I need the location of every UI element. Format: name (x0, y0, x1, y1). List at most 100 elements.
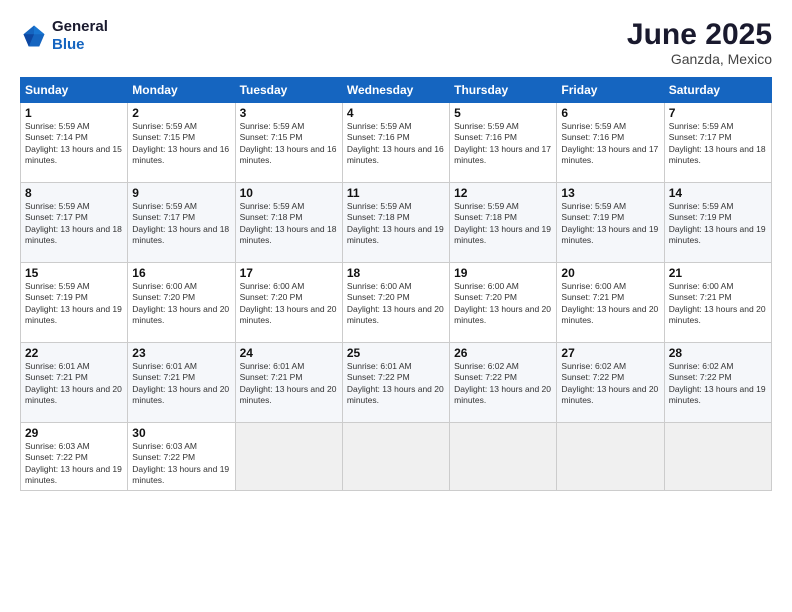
day-number: 4 (347, 106, 445, 120)
table-row: 14 Sunrise: 5:59 AM Sunset: 7:19 PM Dayl… (664, 183, 771, 263)
table-row: 2 Sunrise: 5:59 AM Sunset: 7:15 PM Dayli… (128, 103, 235, 183)
day-number: 29 (25, 426, 123, 440)
day-number: 25 (347, 346, 445, 360)
day-info: Sunrise: 6:00 AM Sunset: 7:20 PM Dayligh… (454, 281, 552, 327)
day-info: Sunrise: 5:59 AM Sunset: 7:16 PM Dayligh… (454, 121, 552, 167)
col-saturday: Saturday (664, 78, 771, 103)
table-row: 17 Sunrise: 6:00 AM Sunset: 7:20 PM Dayl… (235, 263, 342, 343)
day-number: 18 (347, 266, 445, 280)
title-block: June 2025 Ganzda, Mexico (627, 18, 772, 67)
table-row: 16 Sunrise: 6:00 AM Sunset: 7:20 PM Dayl… (128, 263, 235, 343)
day-number: 15 (25, 266, 123, 280)
day-info: Sunrise: 6:00 AM Sunset: 7:21 PM Dayligh… (561, 281, 659, 327)
logo-text: General Blue (52, 18, 108, 54)
day-info: Sunrise: 5:59 AM Sunset: 7:19 PM Dayligh… (669, 201, 767, 247)
table-row: 30 Sunrise: 6:03 AM Sunset: 7:22 PM Dayl… (128, 423, 235, 491)
table-row: 9 Sunrise: 5:59 AM Sunset: 7:17 PM Dayli… (128, 183, 235, 263)
day-info: Sunrise: 6:02 AM Sunset: 7:22 PM Dayligh… (454, 361, 552, 407)
table-row: 11 Sunrise: 5:59 AM Sunset: 7:18 PM Dayl… (342, 183, 449, 263)
day-info: Sunrise: 6:00 AM Sunset: 7:20 PM Dayligh… (240, 281, 338, 327)
table-row: 20 Sunrise: 6:00 AM Sunset: 7:21 PM Dayl… (557, 263, 664, 343)
table-row (664, 423, 771, 491)
page: General Blue June 2025 Ganzda, Mexico Su… (0, 0, 792, 612)
day-info: Sunrise: 5:59 AM Sunset: 7:15 PM Dayligh… (132, 121, 230, 167)
day-number: 20 (561, 266, 659, 280)
day-number: 8 (25, 186, 123, 200)
logo-line2: Blue (52, 36, 108, 54)
day-info: Sunrise: 5:59 AM Sunset: 7:14 PM Dayligh… (25, 121, 123, 167)
day-info: Sunrise: 6:01 AM Sunset: 7:22 PM Dayligh… (347, 361, 445, 407)
day-number: 12 (454, 186, 552, 200)
table-row: 12 Sunrise: 5:59 AM Sunset: 7:18 PM Dayl… (450, 183, 557, 263)
day-number: 9 (132, 186, 230, 200)
header: General Blue June 2025 Ganzda, Mexico (20, 18, 772, 67)
day-number: 13 (561, 186, 659, 200)
day-number: 3 (240, 106, 338, 120)
day-info: Sunrise: 5:59 AM Sunset: 7:18 PM Dayligh… (454, 201, 552, 247)
table-row: 29 Sunrise: 6:03 AM Sunset: 7:22 PM Dayl… (21, 423, 128, 491)
day-info: Sunrise: 5:59 AM Sunset: 7:18 PM Dayligh… (240, 201, 338, 247)
table-row (450, 423, 557, 491)
col-monday: Monday (128, 78, 235, 103)
table-row: 10 Sunrise: 5:59 AM Sunset: 7:18 PM Dayl… (235, 183, 342, 263)
day-info: Sunrise: 6:03 AM Sunset: 7:22 PM Dayligh… (132, 441, 230, 487)
day-info: Sunrise: 6:01 AM Sunset: 7:21 PM Dayligh… (25, 361, 123, 407)
col-thursday: Thursday (450, 78, 557, 103)
day-info: Sunrise: 6:01 AM Sunset: 7:21 PM Dayligh… (240, 361, 338, 407)
day-info: Sunrise: 5:59 AM Sunset: 7:17 PM Dayligh… (132, 201, 230, 247)
day-number: 11 (347, 186, 445, 200)
day-info: Sunrise: 6:03 AM Sunset: 7:22 PM Dayligh… (25, 441, 123, 487)
day-info: Sunrise: 5:59 AM Sunset: 7:19 PM Dayligh… (561, 201, 659, 247)
day-number: 24 (240, 346, 338, 360)
calendar-subtitle: Ganzda, Mexico (627, 51, 772, 67)
table-row: 1 Sunrise: 5:59 AM Sunset: 7:14 PM Dayli… (21, 103, 128, 183)
table-row: 18 Sunrise: 6:00 AM Sunset: 7:20 PM Dayl… (342, 263, 449, 343)
table-row: 25 Sunrise: 6:01 AM Sunset: 7:22 PM Dayl… (342, 343, 449, 423)
header-row: Sunday Monday Tuesday Wednesday Thursday… (21, 78, 772, 103)
day-number: 28 (669, 346, 767, 360)
table-row (235, 423, 342, 491)
day-number: 23 (132, 346, 230, 360)
day-number: 19 (454, 266, 552, 280)
table-row (342, 423, 449, 491)
table-row: 28 Sunrise: 6:02 AM Sunset: 7:22 PM Dayl… (664, 343, 771, 423)
table-row: 5 Sunrise: 5:59 AM Sunset: 7:16 PM Dayli… (450, 103, 557, 183)
day-number: 14 (669, 186, 767, 200)
day-info: Sunrise: 5:59 AM Sunset: 7:17 PM Dayligh… (669, 121, 767, 167)
day-info: Sunrise: 5:59 AM Sunset: 7:18 PM Dayligh… (347, 201, 445, 247)
day-info: Sunrise: 5:59 AM Sunset: 7:19 PM Dayligh… (25, 281, 123, 327)
col-friday: Friday (557, 78, 664, 103)
day-info: Sunrise: 6:00 AM Sunset: 7:20 PM Dayligh… (347, 281, 445, 327)
day-info: Sunrise: 5:59 AM Sunset: 7:16 PM Dayligh… (347, 121, 445, 167)
day-number: 1 (25, 106, 123, 120)
day-number: 22 (25, 346, 123, 360)
col-wednesday: Wednesday (342, 78, 449, 103)
col-tuesday: Tuesday (235, 78, 342, 103)
day-info: Sunrise: 5:59 AM Sunset: 7:17 PM Dayligh… (25, 201, 123, 247)
table-row: 19 Sunrise: 6:00 AM Sunset: 7:20 PM Dayl… (450, 263, 557, 343)
table-row: 23 Sunrise: 6:01 AM Sunset: 7:21 PM Dayl… (128, 343, 235, 423)
day-info: Sunrise: 5:59 AM Sunset: 7:15 PM Dayligh… (240, 121, 338, 167)
day-number: 6 (561, 106, 659, 120)
day-info: Sunrise: 6:02 AM Sunset: 7:22 PM Dayligh… (669, 361, 767, 407)
table-row: 7 Sunrise: 5:59 AM Sunset: 7:17 PM Dayli… (664, 103, 771, 183)
logo-line1: General (52, 18, 108, 36)
day-number: 30 (132, 426, 230, 440)
table-row: 4 Sunrise: 5:59 AM Sunset: 7:16 PM Dayli… (342, 103, 449, 183)
day-number: 2 (132, 106, 230, 120)
table-row: 24 Sunrise: 6:01 AM Sunset: 7:21 PM Dayl… (235, 343, 342, 423)
day-number: 27 (561, 346, 659, 360)
logo-icon (20, 22, 48, 50)
table-row: 13 Sunrise: 5:59 AM Sunset: 7:19 PM Dayl… (557, 183, 664, 263)
calendar-title: June 2025 (627, 18, 772, 51)
day-info: Sunrise: 6:01 AM Sunset: 7:21 PM Dayligh… (132, 361, 230, 407)
table-row: 21 Sunrise: 6:00 AM Sunset: 7:21 PM Dayl… (664, 263, 771, 343)
day-info: Sunrise: 6:02 AM Sunset: 7:22 PM Dayligh… (561, 361, 659, 407)
table-row: 6 Sunrise: 5:59 AM Sunset: 7:16 PM Dayli… (557, 103, 664, 183)
col-sunday: Sunday (21, 78, 128, 103)
day-number: 21 (669, 266, 767, 280)
table-row: 26 Sunrise: 6:02 AM Sunset: 7:22 PM Dayl… (450, 343, 557, 423)
table-row: 15 Sunrise: 5:59 AM Sunset: 7:19 PM Dayl… (21, 263, 128, 343)
table-row: 3 Sunrise: 5:59 AM Sunset: 7:15 PM Dayli… (235, 103, 342, 183)
day-number: 10 (240, 186, 338, 200)
